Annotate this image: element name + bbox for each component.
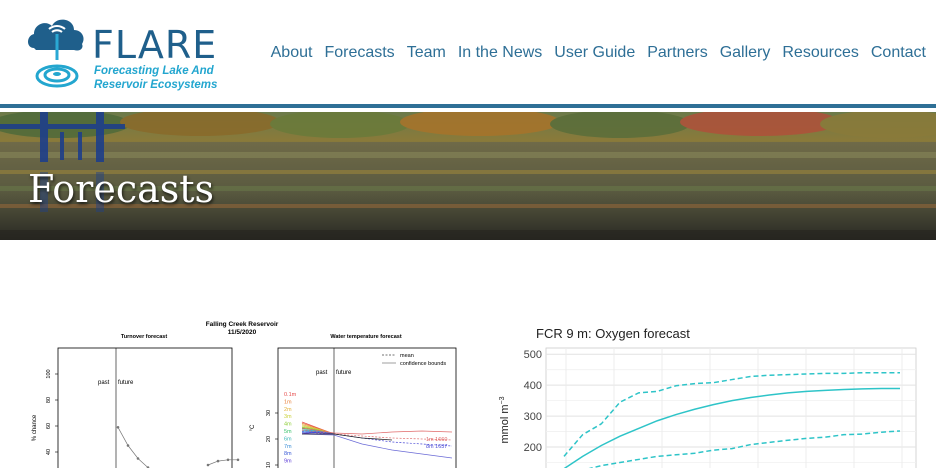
nav-partners[interactable]: Partners	[647, 44, 707, 62]
turnover-panel-title: Turnover forecast	[121, 334, 168, 340]
logo-tagline-line-2: Reservoir Ecosystems	[94, 79, 218, 91]
temp-depth-label: 0.1m	[284, 392, 297, 398]
oxygen-y-ticks: 500 400 300 200	[524, 349, 542, 454]
main-content: Falling Creek Reservoir 11/5/2020 Turnov…	[0, 240, 936, 468]
temp-depth-label: 4m	[284, 422, 292, 428]
turnover-series-line	[207, 459, 238, 466]
page-title: Forecasts	[28, 167, 215, 211]
oxygen-y-tick-label: 200	[524, 442, 542, 454]
oxygen-forecast-chart: FCR 9 m: Oxygen forecast 500 400 300 200 mm…	[499, 326, 917, 468]
figure-title: Falling Creek Reservoir	[206, 321, 279, 328]
temp-depth-label: 1m	[284, 399, 292, 405]
oxygen-plot-area	[545, 347, 917, 468]
logo-wordmark: FLARE	[92, 23, 218, 67]
turnover-point	[226, 458, 230, 462]
temp-depth-label: 9m	[284, 459, 292, 465]
temp-past-label: past	[316, 370, 328, 376]
nav-about[interactable]: About	[271, 44, 313, 62]
temp-depth-labels: 0.1m1m 2m3m 4m5m6m 7m8m 9m	[284, 392, 335, 465]
oxygen-y-tick-label: 500	[524, 349, 542, 361]
nav-user-guide[interactable]: User Guide	[554, 44, 635, 62]
cloud-signal-icon	[28, 19, 84, 88]
oxygen-y-tick-label: 400	[524, 380, 542, 392]
nav-resources[interactable]: Resources	[782, 44, 858, 62]
temp-panel-title: Water temperature forecast	[330, 334, 401, 340]
turnover-y-ticks: 100 80 60 40	[46, 369, 58, 455]
temp-depth-label: 8m	[284, 451, 292, 457]
nav-team[interactable]: Team	[407, 44, 446, 62]
turnover-point	[236, 458, 240, 462]
turnover-plot-frame	[57, 347, 233, 468]
legend-mean: mean	[400, 353, 414, 359]
oxygen-chart-title: FCR 9 m: Oxygen forecast	[536, 326, 690, 341]
temp-y-tick-label: 30	[266, 410, 272, 416]
turnover-point	[136, 457, 140, 460]
nav-gallery[interactable]: Gallery	[720, 44, 771, 62]
turnover-point	[206, 463, 210, 467]
temp-future-label: future	[336, 370, 352, 376]
fcr-turnover-temperature-figure: Falling Creek Reservoir 11/5/2020 Turnov…	[32, 321, 457, 468]
turnover-series-line	[117, 427, 149, 468]
turnover-point	[116, 426, 120, 429]
nav-in-the-news[interactable]: In the News	[458, 44, 542, 62]
temp-depth-label: 2m	[284, 407, 292, 413]
site-logo[interactable]: FLARE Forecasting Lake And Reservoir Eco…	[24, 14, 234, 96]
oxygen-ylabel: mmol m−3	[499, 396, 511, 443]
temp-y-tick-label: 10	[266, 462, 272, 468]
turnover-point	[216, 459, 220, 463]
turnover-point	[126, 444, 130, 447]
turnover-y-tick-label: 80	[46, 397, 52, 403]
main-nav: About Forecasts Team In the News User Gu…	[271, 44, 926, 62]
hero-banner: Forecasts	[0, 112, 936, 240]
site-header: FLARE Forecasting Lake And Reservoir Eco…	[0, 0, 936, 108]
turnover-y-tick-label: 60	[46, 423, 52, 429]
nav-forecasts[interactable]: Forecasts	[324, 44, 394, 62]
turnover-future-label: future	[118, 380, 134, 386]
temp-depth-label: 6m	[284, 436, 292, 442]
temp-end-label-1m: 1m 1660	[426, 437, 447, 443]
temp-depth-label: 3m	[284, 414, 292, 420]
logo-tagline-line-1: Forecasting Lake And	[94, 65, 214, 77]
temp-end-label-8m: 8m 1637	[426, 444, 447, 450]
temp-y-ticks: 30 20 10	[266, 410, 278, 468]
oxygen-y-tick-label: 300	[524, 411, 542, 423]
temp-depth-label: 7m	[284, 444, 292, 450]
turnover-past-label: past	[98, 380, 110, 386]
temp-depth-label: 5m	[284, 429, 292, 435]
figure-date: 11/5/2020	[228, 329, 257, 336]
nav-contact[interactable]: Contact	[871, 44, 926, 62]
turnover-y-tick-label: 40	[46, 449, 52, 455]
turnover-series	[116, 426, 240, 468]
temp-ylabel: °C	[250, 424, 256, 431]
legend-bounds: confidence bounds	[400, 361, 446, 367]
logo-tagline: Forecasting Lake And Reservoir Ecosystem…	[94, 64, 244, 92]
turnover-y-tick-label: 100	[46, 369, 52, 378]
temp-y-tick-label: 20	[266, 436, 272, 442]
turnover-ylabel: % chance	[32, 414, 38, 441]
